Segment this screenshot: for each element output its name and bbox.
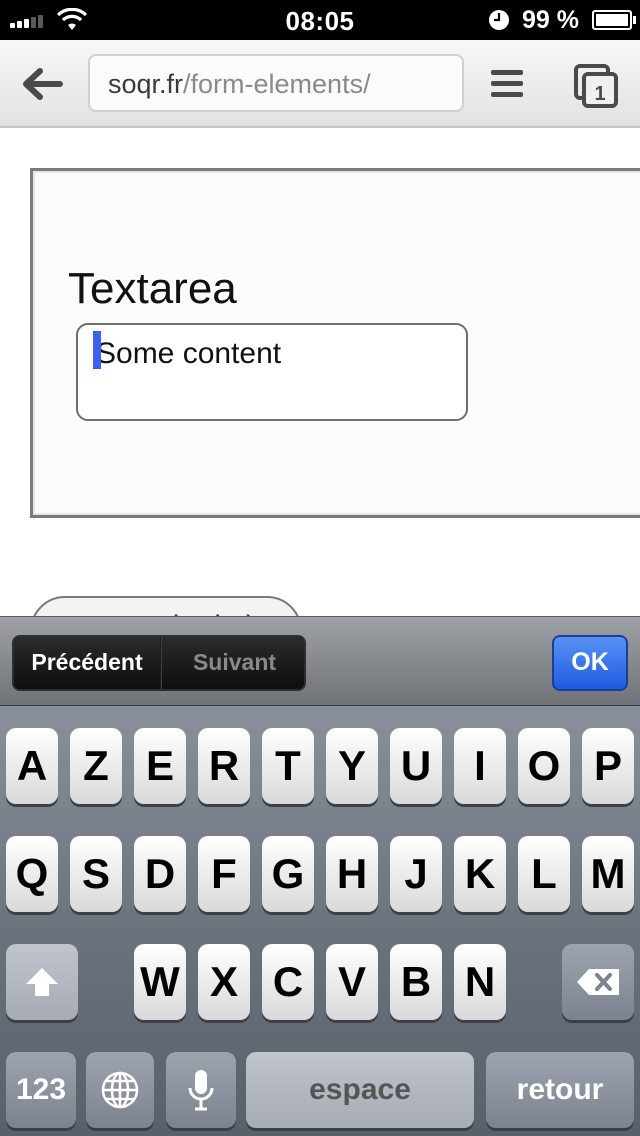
microphone-icon bbox=[188, 1070, 214, 1111]
tabs-button[interactable]: 1 bbox=[572, 62, 620, 110]
key-e[interactable]: E bbox=[134, 728, 186, 804]
key-s[interactable]: S bbox=[70, 836, 122, 912]
key-y[interactable]: Y bbox=[326, 728, 378, 804]
key-h[interactable]: H bbox=[326, 836, 378, 912]
textarea-label: Textarea bbox=[68, 264, 237, 313]
key-r[interactable]: R bbox=[198, 728, 250, 804]
key-m[interactable]: M bbox=[582, 836, 634, 912]
key-o[interactable]: O bbox=[518, 728, 570, 804]
numbers-key[interactable]: 123 bbox=[6, 1052, 76, 1128]
delete-key[interactable] bbox=[562, 944, 634, 1020]
menu-icon[interactable] bbox=[488, 64, 526, 104]
keyboard: A Z E R T Y U I O P Q S D F G H J K L M … bbox=[0, 706, 640, 1136]
ok-button[interactable]: OK bbox=[552, 635, 628, 691]
globe-icon bbox=[101, 1071, 139, 1109]
key-j[interactable]: J bbox=[390, 836, 442, 912]
shift-key[interactable] bbox=[6, 944, 78, 1020]
key-n[interactable]: N bbox=[454, 944, 506, 1020]
battery-percent: 99 % bbox=[522, 6, 579, 34]
dictation-key[interactable] bbox=[166, 1052, 236, 1128]
key-v[interactable]: V bbox=[326, 944, 378, 1020]
url-domain: soqr.fr bbox=[108, 69, 184, 99]
textarea[interactable]: Some content bbox=[76, 323, 468, 421]
form-assistant-bar: Précédent Suivant OK bbox=[0, 616, 640, 706]
shift-arrow-icon bbox=[26, 968, 58, 996]
key-u[interactable]: U bbox=[390, 728, 442, 804]
battery-icon bbox=[592, 10, 636, 30]
space-key[interactable]: espace bbox=[246, 1052, 474, 1128]
return-key[interactable]: retour bbox=[486, 1052, 634, 1128]
key-k[interactable]: K bbox=[454, 836, 506, 912]
tab-count: 1 bbox=[594, 83, 605, 105]
key-a[interactable]: A bbox=[6, 728, 58, 804]
backspace-icon bbox=[577, 969, 619, 995]
key-f[interactable]: F bbox=[198, 836, 250, 912]
url-field[interactable]: soqr.fr/form-elements/ bbox=[88, 54, 464, 112]
key-c[interactable]: C bbox=[262, 944, 314, 1020]
submit-button[interactable]: type submit :) bbox=[30, 596, 302, 616]
key-t[interactable]: T bbox=[262, 728, 314, 804]
key-d[interactable]: D bbox=[134, 836, 186, 912]
next-button[interactable]: Suivant bbox=[161, 637, 304, 689]
tabs-icon: 1 bbox=[574, 64, 618, 108]
previous-button[interactable]: Précédent bbox=[14, 637, 160, 689]
key-q[interactable]: Q bbox=[6, 836, 58, 912]
key-z[interactable]: Z bbox=[70, 728, 122, 804]
key-x[interactable]: X bbox=[198, 944, 250, 1020]
back-arrow-icon[interactable] bbox=[20, 62, 66, 106]
status-bar: 08:05 99 % bbox=[0, 0, 640, 40]
url-path: /form-elements/ bbox=[183, 69, 371, 99]
text-caret bbox=[93, 331, 101, 369]
globe-key[interactable] bbox=[86, 1052, 154, 1128]
alarm-clock-icon bbox=[489, 10, 509, 30]
key-g[interactable]: G bbox=[262, 836, 314, 912]
key-b[interactable]: B bbox=[390, 944, 442, 1020]
key-i[interactable]: I bbox=[454, 728, 506, 804]
page-content: Textarea Some content type submit :) bbox=[0, 128, 640, 616]
key-l[interactable]: L bbox=[518, 836, 570, 912]
key-w[interactable]: W bbox=[134, 944, 186, 1020]
browser-toolbar: soqr.fr/form-elements/ 1 bbox=[0, 40, 640, 128]
form-nav-group: Précédent Suivant bbox=[12, 635, 306, 691]
key-p[interactable]: P bbox=[582, 728, 634, 804]
